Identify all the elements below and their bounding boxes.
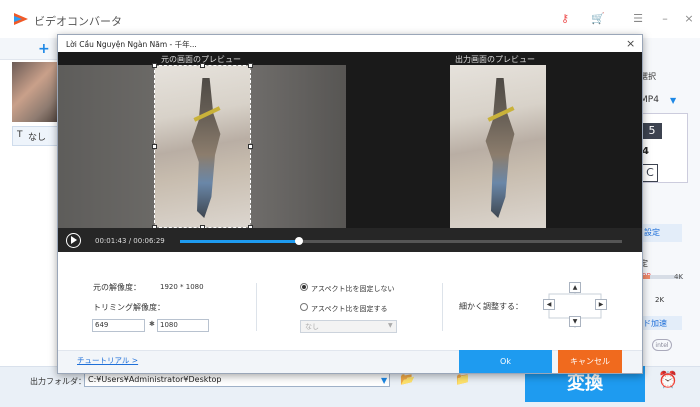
time-display: 00:01:43 / 00:06:29 <box>95 237 165 245</box>
dialog-footer <box>58 350 642 373</box>
total-time: 00:06:29 <box>133 237 165 245</box>
chevron-down-icon: ▼ <box>388 322 393 329</box>
aspect-ratio-select: なし <box>300 320 397 333</box>
adjust-right-button[interactable]: ▶ <box>595 299 607 310</box>
format-icon-b: 4 <box>642 146 649 157</box>
current-time: 00:01:43 <box>95 237 127 245</box>
format-icon-a: 5 <box>642 123 662 139</box>
crop-handle-l[interactable] <box>152 144 157 149</box>
quality-value: 2K <box>655 296 665 304</box>
original-resolution-value: 1920 * 1080 <box>160 283 204 291</box>
settings-button[interactable]: 設定 <box>640 224 682 242</box>
tutorial-link[interactable]: チュートリアル > <box>77 355 138 366</box>
time-separator: / <box>128 237 132 245</box>
quality-high-label: 4K <box>674 273 684 281</box>
adjust-left-button[interactable]: ◀ <box>543 299 555 310</box>
app-logo-icon <box>14 13 28 25</box>
cart-icon[interactable]: 🛒 <box>590 12 606 25</box>
trim-resolution-label: トリミング解像度： <box>93 303 165 312</box>
crop-handle-tr[interactable] <box>248 63 253 68</box>
original-resolution-label: 元の解像度： <box>93 283 141 292</box>
aspect-unlocked-label[interactable]: アスペクト比を固定しない <box>311 284 395 294</box>
chevron-down-icon[interactable]: ▼ <box>670 96 676 105</box>
cancel-button[interactable]: キャンセル <box>558 350 622 373</box>
seek-thumb[interactable] <box>295 237 303 245</box>
crop-box[interactable] <box>154 65 251 228</box>
aspect-locked-label[interactable]: アスペクト比を固定する <box>311 304 388 314</box>
dialog-close-icon[interactable]: × <box>626 37 635 50</box>
subtitle-label: なし <box>28 133 47 143</box>
output-path-field[interactable]: C:¥Users¥Administrator¥Desktop <box>84 373 390 387</box>
open-output-folder-icon[interactable]: 📁 <box>455 372 470 386</box>
trim-width-input[interactable]: 649 <box>92 319 145 332</box>
alarm-clock-icon[interactable]: ⏰ <box>658 370 678 389</box>
hardware-accel-button[interactable]: ド加速 <box>640 316 682 330</box>
divider <box>256 283 257 331</box>
radio-selected-dot <box>302 285 306 289</box>
ok-button[interactable]: Ok <box>459 350 552 373</box>
menu-icon[interactable]: ☰ <box>630 12 646 25</box>
adjust-up-button[interactable]: ▲ <box>569 282 581 293</box>
crop-handle-r[interactable] <box>248 144 253 149</box>
fine-adjust-label: 細かく調整する： <box>459 302 523 311</box>
minimize-icon[interactable]: – <box>657 12 673 25</box>
folder-icon[interactable]: 📂 <box>400 372 415 386</box>
trim-height-input[interactable]: 1080 <box>157 319 209 332</box>
times-icon: ✱ <box>149 320 155 328</box>
key-icon[interactable]: ⚷ <box>557 12 573 25</box>
intel-badge[interactable]: intel <box>652 339 672 351</box>
output-path-dropdown-icon[interactable]: ▼ <box>381 376 387 385</box>
output-preview-label: 出力画面のプレビュー <box>455 55 535 64</box>
aspect-locked-radio[interactable] <box>300 303 308 311</box>
close-app-icon[interactable]: × <box>681 12 697 25</box>
seek-track-fill <box>180 240 299 243</box>
add-file-button[interactable]: + <box>38 41 50 57</box>
divider <box>442 283 443 331</box>
format-icon-c: C <box>642 164 658 182</box>
output-folder-label: 出力フォルダ： <box>30 377 86 386</box>
app-title: ビデオコンバータ <box>34 15 122 28</box>
crop-handle-t[interactable] <box>200 63 205 68</box>
play-icon <box>71 236 77 244</box>
adjust-down-button[interactable]: ▼ <box>569 316 581 327</box>
dialog-title: Lời Cầu Nguyện Ngàn Năm - 千年... <box>66 40 197 49</box>
crop-dim-left <box>58 65 154 228</box>
crop-handle-tl[interactable] <box>152 63 157 68</box>
text-icon: T <box>17 130 23 140</box>
crop-dim-right <box>251 65 346 228</box>
